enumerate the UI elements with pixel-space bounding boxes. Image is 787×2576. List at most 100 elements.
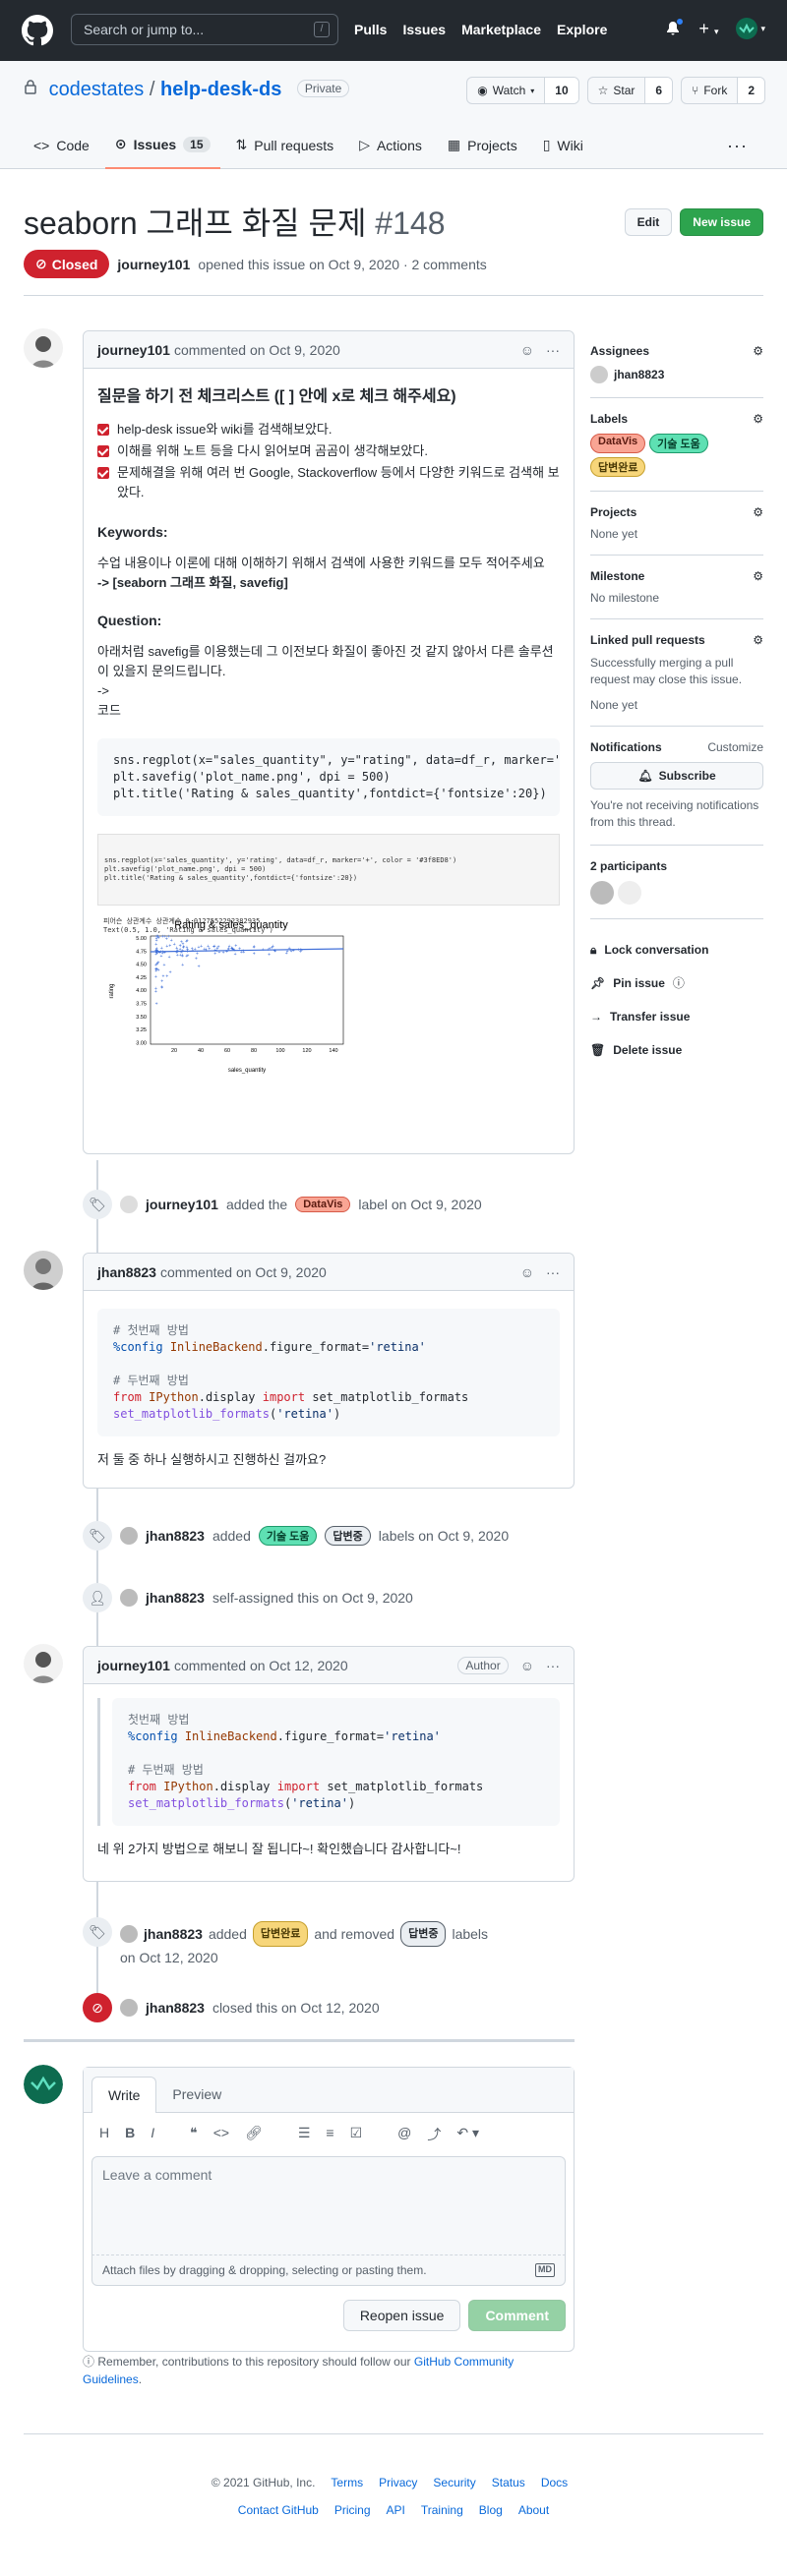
new-issue-button[interactable]: New issue — [680, 208, 763, 236]
nav-marketplace[interactable]: Marketplace — [461, 22, 541, 37]
label-datavis[interactable]: DataVis — [295, 1197, 351, 1212]
checkbox[interactable] — [97, 467, 109, 479]
event-actor[interactable]: jhan8823 — [146, 1528, 205, 1544]
tab-code[interactable]: <> Code — [24, 124, 99, 169]
fork-button[interactable]: ⑂ Fork 2 — [681, 77, 765, 104]
footer-link[interactable]: Training — [421, 2503, 463, 2517]
footer-link[interactable]: Contact GitHub — [238, 2503, 319, 2517]
avatar[interactable] — [120, 1925, 138, 1943]
comment-author[interactable]: journey101 — [97, 342, 170, 358]
github-logo-icon[interactable] — [22, 15, 53, 46]
linked-prs-heading[interactable]: Linked pull requests ⚙ — [590, 633, 763, 647]
notifications-bell-icon[interactable] — [665, 18, 685, 36]
event-date[interactable]: on Oct 12, 2020 — [120, 1947, 488, 1968]
event-actor[interactable]: jhan8823 — [144, 1923, 203, 1945]
avatar[interactable] — [120, 1589, 138, 1607]
delete-issue-link[interactable]: 🗑︎ Delete issue — [590, 1033, 763, 1067]
info-icon[interactable]: ⓘ — [673, 966, 685, 1000]
footer-link[interactable]: Docs — [541, 2476, 568, 2489]
nav-pulls[interactable]: Pulls — [354, 22, 387, 37]
label-in-progress[interactable]: 답변중 — [325, 1526, 371, 1546]
comment-textarea[interactable]: Leave a comment — [91, 2156, 566, 2254]
nav-issues[interactable]: Issues — [402, 22, 446, 37]
milestone-heading[interactable]: Milestone ⚙ — [590, 569, 763, 583]
tab-actions[interactable]: ▷ Actions — [349, 124, 432, 169]
footer-link[interactable]: Pricing — [334, 2503, 371, 2517]
quote-icon[interactable]: ❝ — [190, 2125, 198, 2144]
avatar[interactable] — [618, 881, 641, 905]
markdown-icon[interactable]: MD — [535, 2263, 555, 2277]
checkbox[interactable] — [97, 445, 109, 457]
tab-write[interactable]: Write — [91, 2077, 157, 2113]
nav-explore[interactable]: Explore — [557, 22, 607, 37]
footer-link[interactable]: Blog — [479, 2503, 503, 2517]
labels-heading[interactable]: Labels ⚙ — [590, 412, 763, 426]
avatar[interactable] — [120, 1999, 138, 2017]
customize-link[interactable]: Customize — [707, 740, 763, 754]
star-button[interactable]: ☆ Star 6 — [586, 77, 674, 104]
watch-count[interactable]: 10 — [544, 78, 578, 103]
user-avatar[interactable]: ▾ — [736, 18, 765, 39]
avatar[interactable] — [24, 328, 63, 368]
gear-icon[interactable]: ⚙ — [753, 569, 763, 583]
comment-author[interactable]: journey101 — [97, 1658, 170, 1673]
unordered-list-icon[interactable]: ☰ — [298, 2125, 311, 2144]
star-count[interactable]: 6 — [644, 78, 673, 103]
comment-time[interactable]: commented on Oct 9, 2020 — [174, 342, 340, 358]
transfer-issue-link[interactable]: → Transfer issue — [590, 1000, 763, 1033]
code-icon[interactable]: <> — [213, 2125, 229, 2144]
assignees-heading[interactable]: Assignees ⚙ — [590, 344, 763, 358]
projects-heading[interactable]: Projects ⚙ — [590, 505, 763, 519]
avatar[interactable] — [24, 2065, 63, 2104]
avatar[interactable] — [120, 1527, 138, 1545]
subscribe-button[interactable]: 🔔︎ Subscribe — [590, 762, 763, 790]
notebook-screenshot[interactable]: sns.regplot(x='sales_quantity', y='ratin… — [97, 834, 560, 1080]
comment-author[interactable]: jhan8823 — [97, 1264, 156, 1280]
ordered-list-icon[interactable]: ≡ — [326, 2125, 333, 2144]
attach-files-area[interactable]: Attach files by dragging & dropping, sel… — [91, 2254, 566, 2286]
pin-issue-link[interactable]: 📌︎ Pin issue ⓘ — [590, 966, 763, 1000]
gear-icon[interactable]: ⚙ — [753, 412, 763, 426]
avatar[interactable] — [24, 1644, 63, 1683]
avatar[interactable] — [120, 1196, 138, 1213]
assignee[interactable]: jhan8823 — [590, 366, 763, 383]
footer-link[interactable]: API — [387, 2503, 405, 2517]
comment-time[interactable]: commented on Oct 12, 2020 — [174, 1658, 348, 1673]
checkbox[interactable] — [97, 424, 109, 436]
lock-conversation-link[interactable]: 🔒︎ Lock conversation — [590, 933, 763, 966]
watch-button[interactable]: ◉ Watch ▾ 10 — [466, 77, 579, 104]
footer-link[interactable]: Terms — [331, 2476, 363, 2489]
tab-projects[interactable]: ▦ Projects — [438, 124, 527, 169]
event-actor[interactable]: journey101 — [146, 1197, 218, 1212]
smiley-icon[interactable]: ☺ — [520, 342, 534, 358]
label-in-progress[interactable]: 답변중 — [400, 1921, 447, 1947]
footer-link[interactable]: About — [518, 2503, 549, 2517]
gear-icon[interactable]: ⚙ — [753, 633, 763, 647]
task-list-icon[interactable]: ☑ — [350, 2125, 363, 2144]
event-actor[interactable]: jhan8823 — [146, 1590, 205, 1606]
smiley-icon[interactable]: ☺ — [520, 1264, 534, 1280]
more-kebab-icon[interactable]: ··· — [546, 1264, 560, 1280]
gear-icon[interactable]: ⚙ — [753, 344, 763, 358]
tab-preview[interactable]: Preview — [156, 2077, 237, 2112]
search-input[interactable]: Search or jump to... / — [71, 14, 338, 45]
footer-link[interactable]: Privacy — [379, 2476, 417, 2489]
bold-icon[interactable]: B — [125, 2125, 135, 2144]
event-actor[interactable]: jhan8823 — [146, 2000, 205, 2016]
more-kebab-icon[interactable]: ··· — [546, 1658, 560, 1673]
tab-issues[interactable]: ⊙ Issues 15 — [104, 124, 220, 169]
smiley-icon[interactable]: ☺ — [520, 1658, 534, 1673]
label-answered[interactable]: 답변완료 — [590, 457, 646, 477]
reply-icon[interactable]: ↶ ▾ — [456, 2125, 479, 2144]
comment-time[interactable]: commented on Oct 9, 2020 — [160, 1264, 327, 1280]
fork-count[interactable]: 2 — [737, 78, 764, 103]
link-icon[interactable]: 🔗︎ — [245, 2125, 263, 2144]
footer-link[interactable]: Security — [433, 2476, 475, 2489]
footer-link[interactable]: Status — [492, 2476, 525, 2489]
comment-button[interactable]: Comment — [468, 2300, 566, 2331]
label-answered[interactable]: 답변완료 — [252, 1921, 309, 1947]
avatar[interactable] — [590, 881, 614, 905]
heading-icon[interactable]: H — [99, 2125, 109, 2144]
edit-button[interactable]: Edit — [624, 208, 673, 236]
avatar[interactable] — [24, 1251, 63, 1290]
